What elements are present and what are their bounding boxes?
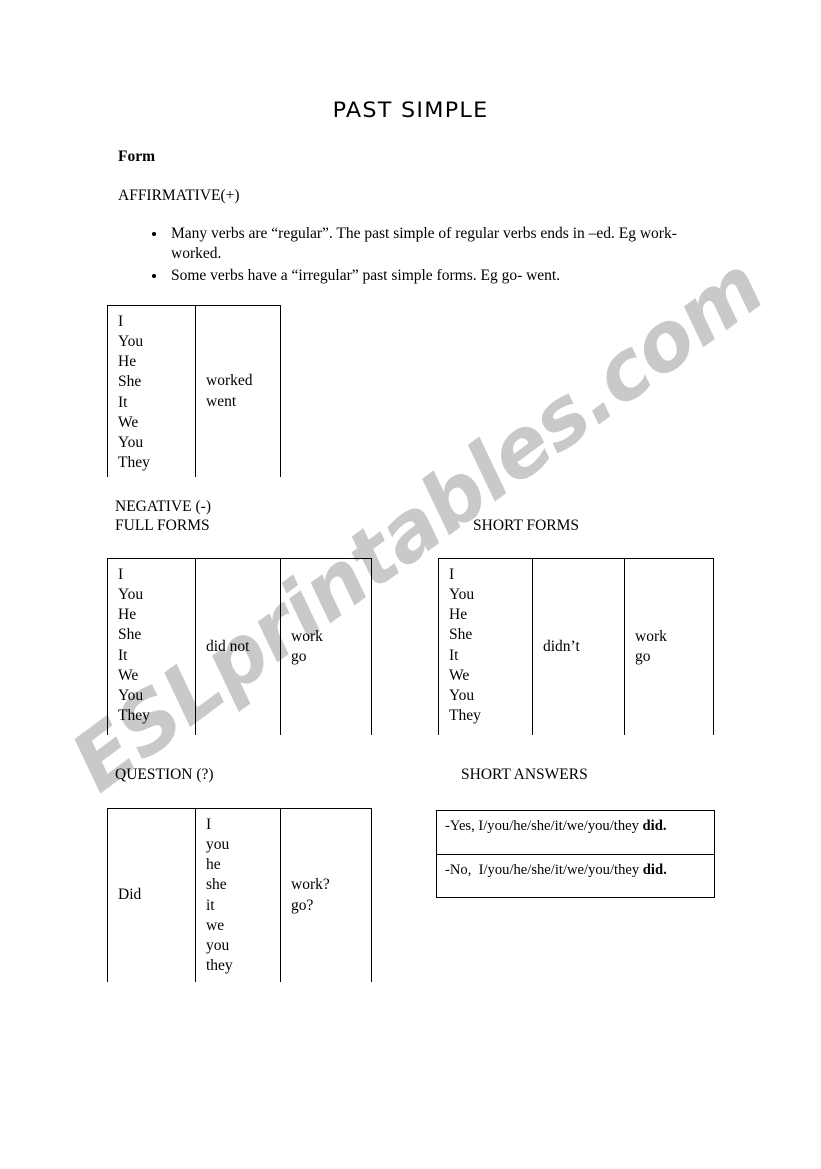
pronoun: You (449, 686, 475, 704)
pronoun: You (118, 433, 144, 451)
verb-form: work? (291, 876, 330, 894)
pronoun: We (118, 666, 139, 684)
short-answer-text: -No, I/you/he/she/it/we/you/they (445, 862, 643, 878)
pronoun: You (118, 333, 144, 351)
pronoun: He (118, 606, 137, 624)
pronoun: He (118, 353, 137, 371)
short-answers-box: -Yes, I/you/he/she/it/we/you/they did. -… (436, 810, 715, 898)
short-answer-text: -Yes, I/you/he/she/it/we/you/they (445, 818, 643, 834)
affirmative-pronoun-column: I You He She It We You They (107, 306, 196, 477)
pronoun: He (449, 606, 468, 624)
section-heading-full-forms: FULL FORMS (115, 517, 210, 534)
auxiliary: Did (118, 886, 142, 904)
negative-full-auxiliary-column: did not (196, 559, 281, 735)
pronoun: You (449, 586, 475, 604)
verb-form: go? (291, 896, 314, 914)
pronoun: she (206, 876, 227, 894)
pronoun: he (206, 856, 221, 874)
short-answer-emphasis: did. (642, 818, 667, 834)
affirmative-verb-column: worked went (196, 306, 281, 477)
question-table: Did I you he she it we you they work? go… (107, 808, 372, 982)
short-answer-affirmative-row: -Yes, I/you/he/she/it/we/you/they did. (437, 811, 714, 854)
pronoun: we (206, 916, 225, 934)
negative-full-pronoun-column: I You He She It We You They (107, 559, 196, 735)
pronoun: It (118, 646, 128, 664)
affirmative-table: I You He She It We You They worked went (107, 305, 281, 477)
question-pronoun-column: I you he she it we you they (196, 809, 281, 982)
pronoun: it (206, 896, 215, 914)
pronoun: they (206, 956, 233, 974)
verb-form: work (635, 627, 667, 645)
negative-short-auxiliary-column: didn’t (533, 559, 625, 735)
pronoun: We (449, 666, 470, 684)
auxiliary: didn’t (543, 637, 580, 655)
pronoun: It (118, 393, 128, 411)
verb-form: worked (206, 372, 253, 390)
pronoun: It (449, 646, 459, 664)
section-heading-form: Form (118, 148, 156, 165)
affirmative-rules-list: Many verbs are “regular”. The past simpl… (145, 224, 712, 287)
section-heading-question: QUESTION (?) (115, 766, 214, 783)
pronoun: They (118, 453, 150, 471)
pronoun: We (118, 413, 139, 431)
pronoun: I (449, 566, 455, 583)
section-heading-short-forms: SHORT FORMS (473, 517, 580, 534)
pronoun: You (118, 686, 144, 704)
pronoun: I (118, 313, 124, 330)
worksheet-page: ESLprintables.com PAST SIMPLE Form AFFIR… (0, 0, 821, 1169)
pronoun: you (206, 936, 230, 954)
section-heading-negative: NEGATIVE (-) (115, 498, 211, 515)
list-item: Many verbs are “regular”. The past simpl… (167, 224, 712, 264)
section-heading-affirmative: AFFIRMATIVE(+) (118, 187, 240, 204)
pronoun: She (118, 373, 142, 391)
page-title: PAST SIMPLE (332, 98, 489, 122)
negative-short-verb-column: work go (625, 559, 714, 735)
list-item: Some verbs have a “irregular” past simpl… (167, 266, 712, 286)
pronoun: She (118, 626, 142, 644)
auxiliary: did not (206, 637, 250, 655)
short-answer-negative-row: -No, I/you/he/she/it/we/you/they did. (437, 854, 714, 897)
pronoun: You (118, 586, 144, 604)
verb-form: work (291, 627, 323, 645)
section-heading-short-answers: SHORT ANSWERS (461, 766, 588, 783)
short-answer-emphasis: did. (642, 862, 667, 878)
negative-full-verb-column: work go (281, 559, 372, 735)
pronoun: you (206, 836, 230, 854)
question-verb-column: work? go? (281, 809, 372, 982)
negative-full-forms-table: I You He She It We You They did not work… (107, 558, 372, 735)
pronoun: I (206, 816, 212, 833)
question-auxiliary-column: Did (107, 809, 196, 982)
negative-short-pronoun-column: I You He She It We You They (438, 559, 533, 735)
verb-form: go (291, 648, 307, 665)
verb-form: went (206, 392, 237, 410)
negative-short-forms-table: I You He She It We You They didn’t work … (438, 558, 714, 735)
pronoun: They (449, 706, 481, 724)
verb-form: go (635, 648, 651, 665)
pronoun: I (118, 566, 124, 583)
pronoun: They (118, 706, 150, 724)
pronoun: She (449, 626, 473, 644)
